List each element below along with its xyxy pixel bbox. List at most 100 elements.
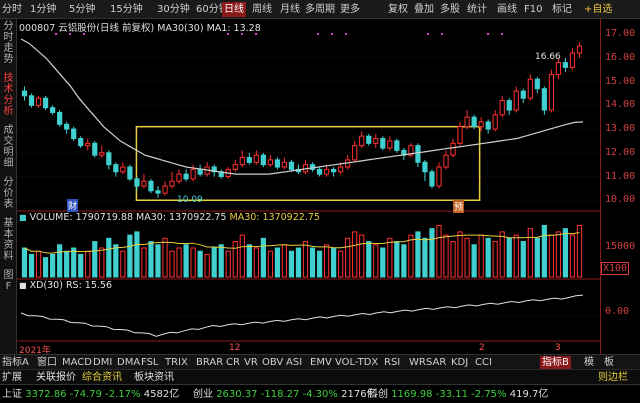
- candle-body-12: [106, 152, 112, 166]
- index-2[interactable]: 科创 1169.98 -33.11 -2.75% 419.7亿: [368, 388, 548, 401]
- kline-chart[interactable]: [17, 19, 600, 354]
- index-0[interactable]: 上证 3372.86 -74.79 -2.17% 4582亿: [2, 388, 179, 401]
- period-tab-8[interactable]: 月线: [280, 2, 300, 17]
- toolbar-right-2[interactable]: 多股: [440, 2, 460, 17]
- indicator-tab-1[interactable]: 窗口: [37, 356, 57, 369]
- info-tab-0[interactable]: 扩展: [2, 371, 22, 384]
- volume-bar-78: [569, 234, 576, 278]
- side-tab-3[interactable]: 分价表: [1, 177, 16, 216]
- chart-area[interactable]: 000807 云铝股份(日线 前复权) MA30(30) MA1: 13.28 …: [17, 19, 600, 356]
- candle-body-64: [471, 116, 477, 128]
- volume-bar-34: [260, 237, 266, 278]
- volume-bar-11: [99, 247, 105, 278]
- indicator-right-1[interactable]: 模: [584, 356, 594, 369]
- toolbar-right-0[interactable]: 复权: [388, 2, 408, 17]
- cai-marker[interactable]: 财: [67, 199, 79, 212]
- toolbar-right-5[interactable]: F10: [524, 2, 542, 17]
- period-tab-2[interactable]: 5分钟: [69, 2, 95, 17]
- indicator-tab-16[interactable]: SAR: [426, 356, 446, 369]
- candle-body-53: [394, 140, 400, 151]
- indicator-tab-18[interactable]: CCI: [475, 356, 492, 369]
- indicator-right-0[interactable]: 指标B: [540, 356, 571, 369]
- period-tab-0[interactable]: 分时: [2, 2, 22, 17]
- stock-code: 000807: [19, 23, 56, 34]
- side-tab-2[interactable]: 成交明细: [1, 125, 16, 175]
- candle-body-33: [253, 154, 259, 163]
- jin-marker[interactable]: 预: [453, 200, 465, 213]
- side-tab-4[interactable]: 基本资料: [1, 218, 16, 268]
- volume-bar-3: [42, 257, 49, 278]
- candle-body-9: [85, 142, 91, 147]
- indicator-tab-9[interactable]: VR: [244, 356, 258, 369]
- side-tab-1[interactable]: 技术分析: [1, 73, 16, 123]
- side-tab-0[interactable]: 分时走势: [1, 21, 16, 71]
- indicator-tab-11[interactable]: ASI: [286, 356, 302, 369]
- event-dot-9: [427, 33, 429, 35]
- candle-body-67: [492, 114, 498, 130]
- volume-bar-71: [520, 241, 526, 278]
- indicator-tab-17[interactable]: KDJ: [451, 356, 468, 369]
- volume-bar-18: [148, 241, 154, 278]
- indicator-tab-3[interactable]: DMI: [93, 356, 112, 369]
- candle-body-44: [331, 168, 337, 173]
- indicator-tab-5[interactable]: FSL: [141, 356, 159, 369]
- candle-body-8: [78, 138, 84, 147]
- index-1[interactable]: 创业 2630.37 -118.27 -4.30% 2176亿: [193, 388, 377, 401]
- index-name-1: 创业: [193, 389, 213, 400]
- event-dot-11: [487, 33, 489, 35]
- index-chg-0: -74.79: [69, 389, 102, 400]
- toolbar-right-4[interactable]: 画线: [497, 2, 517, 17]
- date-m3: 3: [555, 343, 561, 353]
- indicator-tab-14[interactable]: RSI: [384, 356, 400, 369]
- indicator-tab-4[interactable]: DMA: [117, 356, 140, 369]
- side-tabs: 分时走势技术分析成交明细分价表基本资料图F: [0, 19, 17, 354]
- period-tab-9[interactable]: 多周期: [305, 2, 335, 17]
- indicator-tab-10[interactable]: OBV: [262, 356, 283, 369]
- period-tab-4[interactable]: 30分钟: [157, 2, 190, 17]
- info-tab-2[interactable]: 综合资讯: [82, 371, 122, 384]
- candle-body-45: [338, 166, 344, 173]
- sidebar-toggle[interactable]: 则边栏: [598, 371, 628, 384]
- volume-bar-66: [485, 237, 491, 278]
- period-tab-10[interactable]: 更多: [340, 2, 360, 17]
- price-tick-7: 10.00: [605, 194, 636, 206]
- indicator-tab-6[interactable]: TRIX: [165, 356, 188, 369]
- toolbar-right-1[interactable]: 叠加: [414, 2, 434, 17]
- toolbar-right-7[interactable]: +自选: [584, 2, 612, 17]
- indicator-tab-2[interactable]: MACD: [62, 356, 92, 369]
- volume-bar-8: [78, 253, 84, 278]
- volume-bar-39: [295, 247, 302, 278]
- indicator-tab-8[interactable]: CR: [226, 356, 240, 369]
- candle-body-68: [499, 100, 505, 116]
- indicator-tab-0[interactable]: 指标A: [2, 356, 29, 369]
- period-tab-1[interactable]: 1分钟: [30, 2, 56, 17]
- volume-bar-9: [85, 250, 91, 278]
- candle-body-11: [99, 152, 105, 156]
- index-vol-2: 419.7亿: [509, 389, 549, 400]
- indicator-tab-15[interactable]: WR: [409, 356, 426, 369]
- toolbar-right-6[interactable]: 标记: [552, 2, 572, 17]
- info-tab-3[interactable]: 板块资讯: [134, 371, 174, 384]
- indicator-tab-13[interactable]: VOL-TDX: [335, 356, 378, 369]
- candle-body-73: [534, 78, 540, 90]
- indicator-tab-7[interactable]: BRAR: [196, 356, 223, 369]
- volume-bar-49: [366, 241, 372, 278]
- info-tab-1[interactable]: 关联报价: [36, 371, 76, 384]
- volume-bar-7: [71, 247, 77, 278]
- volume-bar-65: [478, 234, 484, 278]
- indicator-tab-12[interactable]: EMV: [310, 356, 332, 369]
- side-tab-5[interactable]: 图F: [1, 270, 16, 298]
- volume-bar-4: [50, 253, 56, 278]
- event-dot-6: [317, 33, 319, 35]
- volume-bar-67: [492, 241, 498, 278]
- volume-bar-69: [506, 237, 512, 278]
- period-tab-6[interactable]: 日线: [222, 2, 246, 17]
- volume-bar-63: [464, 237, 470, 278]
- period-tab-3[interactable]: 15分钟: [110, 2, 143, 17]
- toolbar-right-3[interactable]: 统计: [467, 2, 487, 17]
- candle-body-15: [127, 166, 133, 180]
- volume-label: VOLUME: 1790719.88: [29, 212, 134, 223]
- indicator-right-2[interactable]: 板: [604, 356, 614, 369]
- app-window: 分时 1分钟 5分钟 15分钟 30分钟 60分钟 日线 周线 月线 多周期 更多 复权 叠加 多股 统计画…: [0, 0, 640, 403]
- period-tab-7[interactable]: 周线: [252, 2, 272, 17]
